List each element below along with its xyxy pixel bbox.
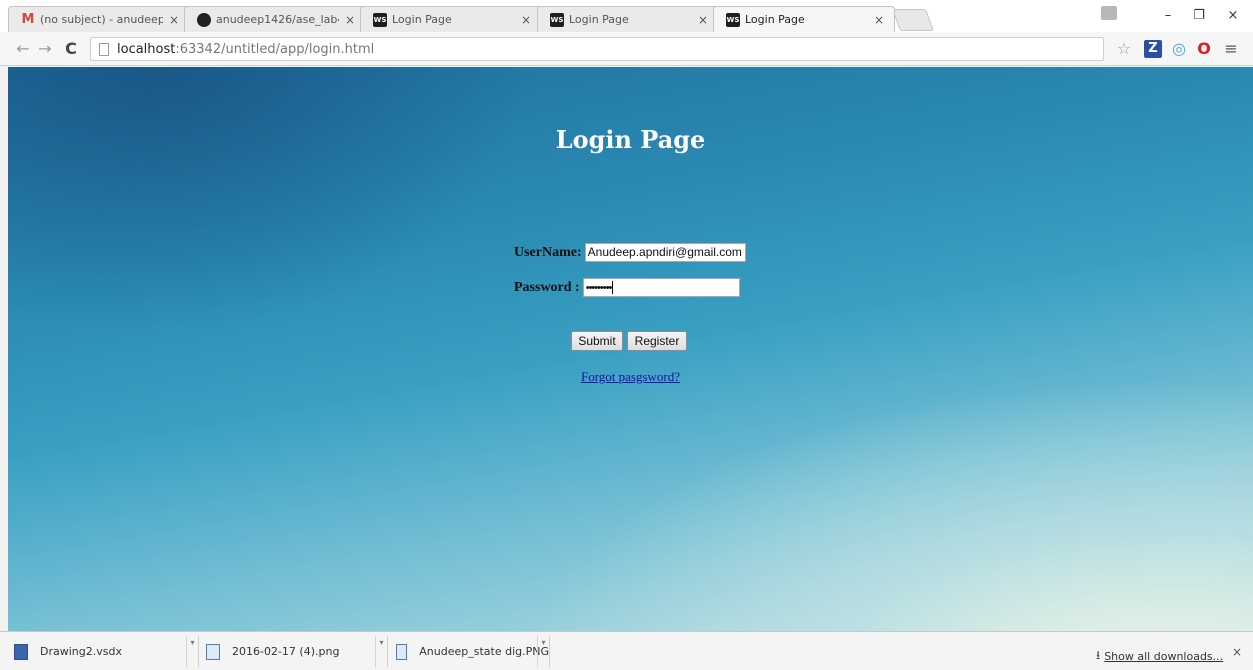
tab-login-page-active[interactable]: WS Login Page × [713, 6, 895, 32]
viewport-edge [0, 67, 8, 631]
reload-icon[interactable]: C [62, 39, 80, 59]
username-row: UserName: Anudeep.apndiri@gmail.com [514, 243, 746, 262]
password-label: Password : [514, 279, 580, 295]
back-icon[interactable]: ← [14, 39, 32, 59]
page-icon [99, 42, 109, 56]
forward-icon[interactable]: → [36, 39, 54, 59]
webstorm-icon: WS [726, 12, 740, 27]
text-caret [612, 281, 614, 295]
zotero-extension-icon[interactable]: Z [1144, 40, 1162, 58]
tab-close-icon[interactable]: × [345, 13, 355, 27]
download-filename: Anudeep_state dig.PNG [419, 645, 549, 658]
tab-login-page-2[interactable]: WS Login Page × [537, 6, 719, 32]
password-value: ••••••••• [585, 282, 613, 294]
download-arrow-icon: ⭳ [1096, 648, 1101, 662]
tab-close-icon[interactable]: × [698, 13, 708, 27]
image-file-icon [206, 643, 220, 660]
new-tab-button[interactable] [891, 9, 935, 31]
webstorm-icon: WS [550, 12, 564, 27]
register-button[interactable]: Register [627, 331, 687, 351]
close-shelf-icon[interactable]: × [1232, 645, 1242, 659]
forgot-password-link[interactable]: Forgot pasgsword? [581, 369, 680, 384]
profile-icon[interactable] [1101, 6, 1117, 20]
address-bar[interactable]: localhost:63342/untitled/app/login.html [90, 37, 1104, 61]
opera-extension-icon[interactable]: O [1195, 40, 1213, 58]
tab-close-icon[interactable]: × [169, 13, 179, 27]
browser-toolbar: ← → C localhost:63342/untitled/app/login… [0, 32, 1253, 66]
show-all-downloads-link[interactable]: ⭳ Show all downloads... [1096, 646, 1223, 667]
tab-github[interactable]: anudeep1426/ase_lab4 × [184, 6, 366, 32]
download-item[interactable]: 2016-02-17 (4).png ▾ [202, 636, 388, 667]
tab-title: Login Page [392, 13, 452, 26]
extension-circle-icon[interactable]: ◎ [1170, 40, 1188, 58]
chevron-down-icon[interactable]: ▾ [537, 636, 549, 667]
page-viewport: Login Page UserName: Anudeep.apndiri@gma… [8, 67, 1253, 631]
tab-login-page-1[interactable]: WS Login Page × [360, 6, 542, 32]
url-host: localhost [117, 41, 176, 57]
download-filename: Drawing2.vsdx [40, 645, 122, 658]
download-filename: 2016-02-17 (4).png [232, 645, 340, 658]
tab-close-icon[interactable]: × [521, 13, 531, 27]
visio-file-icon [14, 643, 28, 660]
browser-menu-icon[interactable]: ≡ [1222, 40, 1240, 58]
restore-icon[interactable]: ❐ [1185, 7, 1213, 25]
minimize-icon[interactable]: – [1154, 7, 1182, 25]
page-title: Login Page [555, 125, 706, 154]
chevron-down-icon[interactable]: ▾ [375, 636, 387, 667]
download-item[interactable]: Anudeep_state dig.PNG ▾ [392, 636, 550, 667]
tab-title: Login Page [745, 13, 805, 26]
github-icon [197, 12, 211, 27]
url-path: :63342/untitled/app/login.html [175, 41, 375, 57]
username-input[interactable]: Anudeep.apndiri@gmail.com [584, 243, 746, 262]
tab-title: (no subject) - anudeep.pa [40, 13, 163, 26]
forgot-password-row: Forgot pasgsword? [8, 369, 1253, 385]
tab-strip: M (no subject) - anudeep.pa × anudeep142… [0, 0, 1253, 32]
show-all-downloads-label: Show all downloads... [1104, 650, 1224, 663]
password-input[interactable]: ••••••••• [582, 278, 740, 297]
webstorm-icon: WS [373, 12, 387, 27]
close-window-icon[interactable]: × [1219, 7, 1247, 25]
submit-button[interactable]: Submit [571, 331, 623, 351]
username-label: UserName: [514, 244, 582, 260]
image-file-icon [396, 643, 408, 660]
chevron-down-icon[interactable]: ▾ [186, 636, 198, 667]
tab-title: Login Page [569, 13, 629, 26]
tab-title: anudeep1426/ase_lab4 [216, 13, 339, 26]
download-shelf: Drawing2.vsdx ▾ 2016-02-17 (4).png ▾ Anu… [0, 631, 1253, 670]
tab-close-icon[interactable]: × [874, 13, 884, 27]
bookmark-star-icon[interactable]: ☆ [1115, 40, 1133, 58]
download-item[interactable]: Drawing2.vsdx ▾ [10, 636, 199, 667]
tab-gmail[interactable]: M (no subject) - anudeep.pa × [8, 6, 190, 32]
gmail-icon: M [21, 12, 35, 27]
password-row: Password : ••••••••• [514, 278, 740, 297]
